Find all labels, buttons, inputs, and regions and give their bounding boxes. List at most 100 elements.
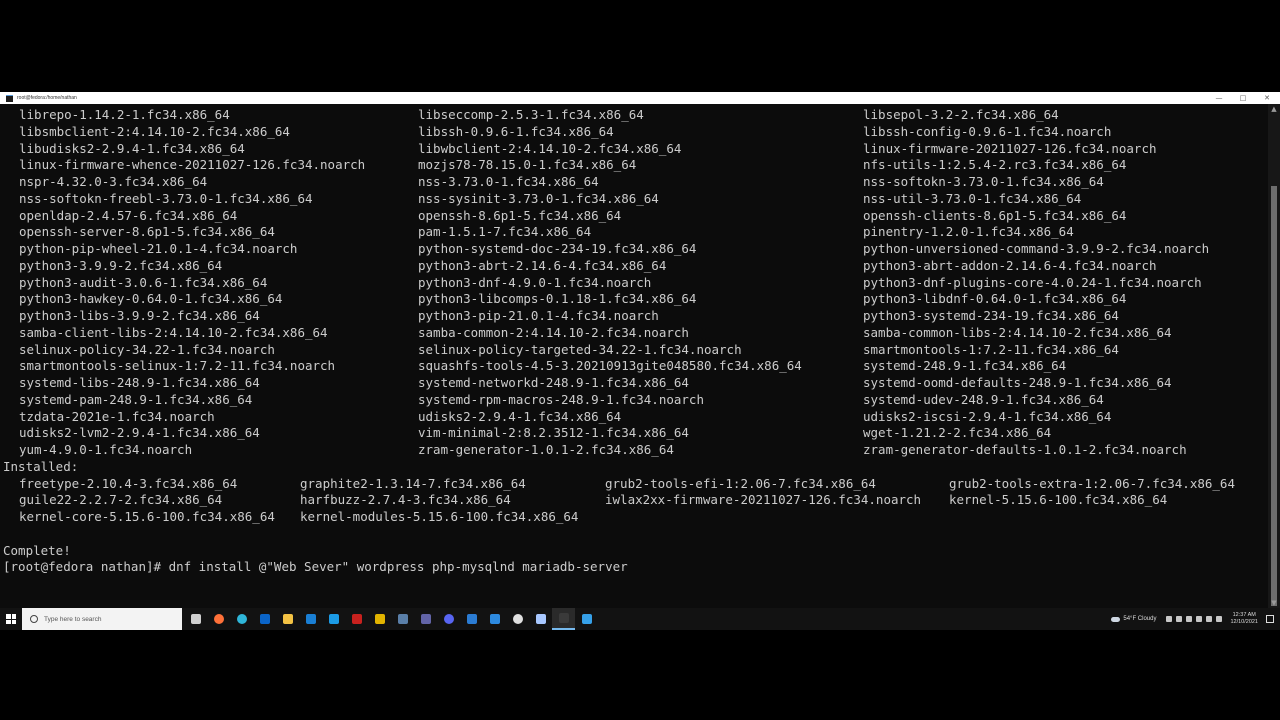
search-icon <box>30 615 38 623</box>
teams-taskbar-button[interactable] <box>414 608 437 630</box>
package-name: systemd-udev-248.9-1.fc34.x86_64 <box>863 391 1104 407</box>
package-name: python-unversioned-command-3.9.9-2.fc34.… <box>863 241 1210 256</box>
norton-icon <box>374 614 385 624</box>
virtualbox-taskbar-button[interactable] <box>529 608 552 630</box>
file-explorer-icon <box>282 614 293 624</box>
windows-logo-icon <box>6 614 16 624</box>
package-name: samba-common-2:4.14.10-2.fc34.noarch <box>418 324 689 340</box>
outlook-taskbar-button[interactable] <box>253 608 276 630</box>
package-name: nss-softokn-freebl-3.73.0-1.fc34.x86_64 <box>19 190 313 206</box>
window-title: root@fedora:/home/nathan <box>17 95 77 101</box>
filezilla-taskbar-button[interactable] <box>345 608 368 630</box>
package-name: nss-softokn-3.73.0-1.fc34.x86_64 <box>863 174 1104 189</box>
search-placeholder: Type here to search <box>44 615 102 623</box>
onedrive-icon[interactable] <box>1176 616 1183 622</box>
package-name: systemd-248.9-1.fc34.x86_64 <box>863 358 1067 374</box>
terminal-scrollbar[interactable]: ▲ ▼ <box>1268 104 1280 608</box>
start-button[interactable] <box>0 608 22 630</box>
maximize-button[interactable]: □ <box>1238 92 1248 104</box>
terminal-window[interactable]: root@fedora:/home/nathan — □ ✕ librepo-1… <box>0 92 1280 608</box>
terminal-icon <box>558 613 569 623</box>
package-name: openldap-2.4.57-6.fc34.x86_64 <box>19 207 238 223</box>
scroll-down-arrow-icon[interactable]: ▼ <box>1268 598 1280 608</box>
filezilla-icon <box>351 614 362 624</box>
store-taskbar-button[interactable] <box>322 608 345 630</box>
volume-icon[interactable] <box>1196 616 1203 622</box>
package-name: libsepol-3.2-2.fc34.x86_64 <box>863 107 1059 122</box>
package-name: graphite2-1.3.14-7.fc34.x86_64 <box>300 475 526 491</box>
package-name: openssh-server-8.6p1-5.fc34.x86_64 <box>19 224 275 240</box>
minimize-button[interactable]: — <box>1214 92 1224 104</box>
task-view-taskbar-button[interactable] <box>184 608 207 630</box>
package-name: mozjs78-78.15.0-1.fc34.x86_64 <box>418 157 637 173</box>
close-button[interactable]: ✕ <box>1262 92 1272 104</box>
package-name: nss-3.73.0-1.fc34.x86_64 <box>418 174 599 189</box>
package-name: zram-generator-1.0.1-2.fc34.x86_64 <box>418 442 674 457</box>
weather-text: 54°F Cloudy <box>1123 616 1157 622</box>
complete-message: Complete! <box>3 542 71 558</box>
package-name: smartmontools-selinux-1:7.2-11.fc34.noar… <box>19 358 336 374</box>
norton-taskbar-button[interactable] <box>368 608 391 630</box>
package-name: kernel-modules-5.15.6-100.fc34.x86_64 <box>300 509 579 524</box>
package-name: python3-3.9.9-2.fc34.x86_64 <box>19 257 223 273</box>
package-name: udisks2-2.9.4-1.fc34.x86_64 <box>418 408 622 424</box>
discord-taskbar-button[interactable] <box>437 608 460 630</box>
package-name: kernel-5.15.6-100.fc34.x86_64 <box>949 492 1168 508</box>
steam-taskbar-button[interactable] <box>391 608 414 630</box>
package-name: freetype-2.10.4-3.fc34.x86_64 <box>19 475 238 491</box>
chrome-taskbar-button[interactable] <box>506 608 529 630</box>
hidden-icons-chevron-icon[interactable] <box>1166 616 1173 622</box>
system-tray: 54°F Cloudy 12:37 AM 12/10/2021 <box>1111 608 1280 630</box>
file-explorer-taskbar-button[interactable] <box>276 608 299 630</box>
package-name: python3-libs-3.9.9-2.fc34.x86_64 <box>19 308 260 323</box>
teams-icon <box>420 614 431 624</box>
package-name: guile22-2.2.7-2.fc34.x86_64 <box>19 492 223 508</box>
language-icon[interactable] <box>1216 616 1223 622</box>
document-icon <box>466 614 477 624</box>
window-titlebar[interactable]: root@fedora:/home/nathan — □ ✕ <box>0 92 1280 104</box>
package-name: udisks2-lvm2-2.9.4-1.fc34.x86_64 <box>19 425 260 441</box>
package-name: libseccomp-2.5.3-1.fc34.x86_64 <box>418 107 644 122</box>
scroll-up-arrow-icon[interactable]: ▲ <box>1268 104 1280 114</box>
steam-icon <box>397 614 408 624</box>
chrome-icon <box>512 614 523 624</box>
package-name: python3-hawkey-0.64.0-1.fc34.x86_64 <box>19 291 283 307</box>
package-name: openssh-8.6p1-5.fc34.x86_64 <box>418 207 622 223</box>
snipping-tool-taskbar-button[interactable] <box>575 608 598 630</box>
cloud-icon <box>1111 616 1121 622</box>
shell-prompt: [root@fedora nathan]# <box>3 559 169 575</box>
package-name: squashfs-tools-4.5-3.20210913gite048580.… <box>418 358 802 374</box>
mail-taskbar-button[interactable] <box>299 608 322 630</box>
remote-desktop-taskbar-button[interactable] <box>483 608 506 630</box>
firefox-taskbar-button[interactable] <box>207 608 230 630</box>
taskbar-search-box[interactable]: Type here to search <box>22 608 182 630</box>
package-name: python3-libdnf-0.64.0-1.fc34.x86_64 <box>863 291 1127 307</box>
package-name: python-systemd-doc-234-19.fc34.x86_64 <box>418 241 697 256</box>
terminal-taskbar-button[interactable] <box>552 608 575 630</box>
package-name: udisks2-iscsi-2.9.4-1.fc34.x86_64 <box>863 408 1112 424</box>
package-name: grub2-tools-extra-1:2.06-7.fc34.x86_64 <box>949 475 1235 491</box>
document-taskbar-button[interactable] <box>460 608 483 630</box>
taskbar: Type here to search 54°F Cloudy 12:37 AM… <box>0 608 1280 630</box>
package-name: libwbclient-2:4.14.10-2.fc34.x86_64 <box>418 140 682 156</box>
package-name: librepo-1.14.2-1.fc34.x86_64 <box>19 107 230 122</box>
package-name: systemd-rpm-macros-248.9-1.fc34.noarch <box>418 391 704 407</box>
clock[interactable]: 12:37 AM 12/10/2021 <box>1230 612 1258 626</box>
scrollbar-thumb[interactable] <box>1271 186 1277 606</box>
notification-icon[interactable] <box>1266 615 1274 623</box>
terminal-output[interactable]: librepo-1.14.2-1.fc34.x86_64 libseccomp-2… <box>0 106 1268 606</box>
command-text[interactable]: dnf install @"Web Sever" wordpress php-m… <box>169 559 628 574</box>
package-name: vim-minimal-2:8.2.3512-1.fc34.x86_64 <box>418 425 689 441</box>
edge-taskbar-button[interactable] <box>230 608 253 630</box>
package-name: iwlax2xx-firmware-20211027-126.fc34.noar… <box>605 492 922 508</box>
battery-icon[interactable] <box>1206 616 1213 622</box>
virtualbox-icon <box>535 614 546 624</box>
snipping-tool-icon <box>581 614 592 624</box>
weather-widget[interactable]: 54°F Cloudy <box>1111 616 1156 622</box>
network-icon[interactable] <box>1186 616 1193 622</box>
package-name: tzdata-2021e-1.fc34.noarch <box>19 408 215 424</box>
task-view-icon <box>190 614 201 624</box>
package-name: libsmbclient-2:4.14.10-2.fc34.x86_64 <box>19 123 290 139</box>
package-name: libssh-0.9.6-1.fc34.x86_64 <box>418 123 614 139</box>
package-name: linux-firmware-20211027-126.fc34.noarch <box>863 140 1157 156</box>
